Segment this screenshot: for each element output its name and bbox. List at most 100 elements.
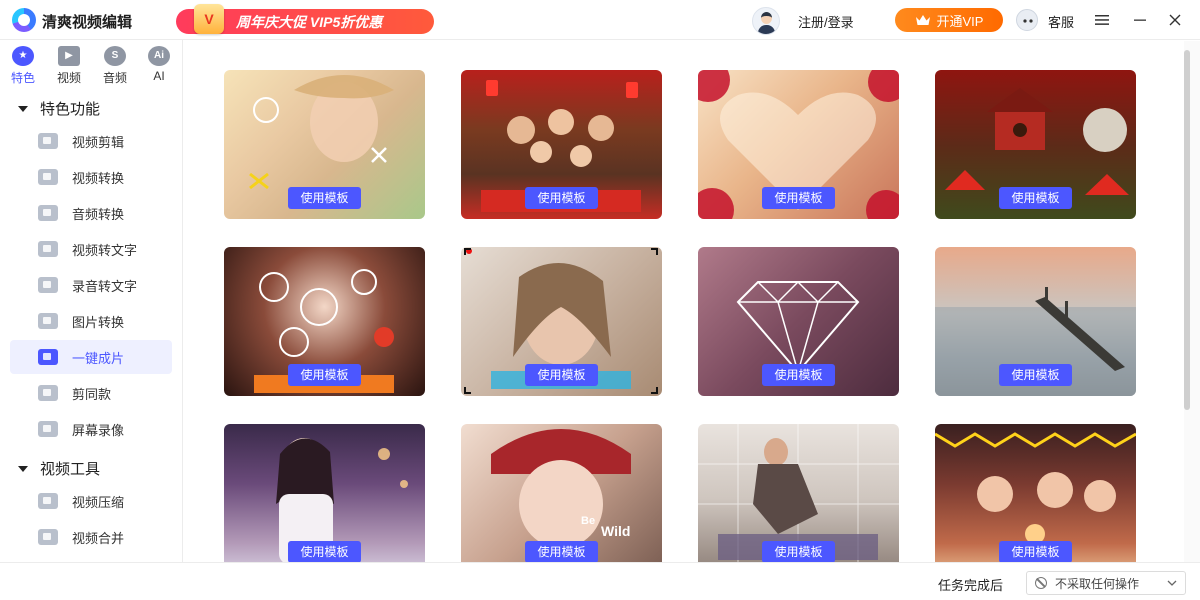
minimize-icon[interactable] (1128, 8, 1152, 32)
sidebar-item-label: 图片转换 (72, 314, 125, 330)
tab-label: 音频 (102, 71, 127, 85)
template-grid: 使用模板 使用模板 使用模板 使用模板 使用模板 使用模板 使用模板 使用模板 … (184, 41, 1184, 562)
one-click-video-icon (38, 349, 58, 365)
use-template-button[interactable]: 使用模板 (762, 364, 835, 386)
section-featured-functions[interactable]: 特色功能 (18, 98, 100, 119)
chevron-down-icon (1167, 580, 1177, 586)
sidebar-item-video-convert[interactable]: 视频转换 (10, 160, 172, 194)
sidebar-item-recording-to-text[interactable]: 录音转文字 (10, 268, 172, 302)
section-title: 视频工具 (40, 461, 101, 478)
sidebar-item-label: 视频转文字 (72, 242, 138, 258)
sidebar-item-label: 视频转换 (72, 170, 125, 186)
template-card[interactable]: 使用模板 (935, 424, 1136, 562)
microphone-icon (38, 205, 58, 221)
star-icon: ★ (12, 46, 34, 66)
template-card[interactable]: 使用模板 (698, 247, 899, 396)
template-card[interactable]: 使用模板 (461, 247, 662, 396)
use-template-button[interactable]: 使用模板 (525, 541, 598, 562)
video-to-text-icon (38, 241, 58, 257)
ai-icon: Ai (148, 46, 170, 66)
promo-text: 周年庆大促 VIP5折优惠 (236, 13, 383, 30)
close-icon[interactable] (1163, 8, 1187, 32)
film-icon: ▶ (58, 46, 80, 66)
sidebar-item-label: 音频转换 (72, 206, 125, 222)
tab-featured[interactable]: ★ 特色 (6, 46, 40, 86)
use-template-button[interactable]: 使用模板 (288, 541, 361, 562)
template-card[interactable]: 使用模板 (935, 70, 1136, 219)
login-link[interactable]: 注册/登录 (798, 12, 854, 31)
headset-icon[interactable] (1016, 9, 1038, 31)
tab-label: 特色 (10, 71, 35, 85)
scrollbar-thumb[interactable] (1184, 50, 1190, 410)
avatar[interactable] (752, 7, 780, 35)
gift-icon: V (194, 3, 224, 34)
sidebar: ★ 特色 ▶ 视频 S 音频 Ai AI 特色功能 视频剪辑 视频转换 音频转换… (0, 40, 183, 562)
open-vip-button[interactable]: 开通VIP (895, 8, 1003, 32)
template-card[interactable]: 使用模板 (935, 247, 1136, 396)
vip-button-label: 开通VIP (936, 13, 984, 29)
sidebar-item-video-to-text[interactable]: 视频转文字 (10, 232, 172, 266)
screen-record-icon (38, 421, 58, 437)
use-template-button[interactable]: 使用模板 (762, 187, 835, 209)
sidebar-item-screen-record[interactable]: 屏幕录像 (10, 412, 172, 446)
sidebar-item-label: 视频剪辑 (72, 134, 125, 150)
category-tabs: ★ 特色 ▶ 视频 S 音频 Ai AI (0, 46, 183, 90)
use-template-button[interactable]: 使用模板 (525, 187, 598, 209)
use-template-button[interactable]: 使用模板 (525, 364, 598, 386)
template-card[interactable]: 使用模板 (224, 247, 425, 396)
sidebar-item-video-edit[interactable]: 视频剪辑 (10, 124, 172, 158)
video-compress-icon (38, 493, 58, 509)
tab-label: 视频 (56, 71, 81, 85)
sidebar-item-video-merge[interactable]: 视频合并 (10, 520, 172, 554)
template-card[interactable]: 使用模板 (224, 424, 425, 562)
after-task-select[interactable]: 不采取任何操作 (1026, 571, 1186, 595)
sidebar-item-image-convert[interactable]: 图片转换 (10, 304, 172, 338)
app-logo-icon (12, 8, 36, 32)
tab-ai[interactable]: Ai AI (142, 46, 176, 86)
crown-icon (915, 14, 931, 26)
sidebar-item-audio-convert[interactable]: 音频转换 (10, 196, 172, 230)
sidebar-item-label: 视频合并 (72, 530, 125, 546)
section-title: 特色功能 (40, 101, 101, 118)
video-merge-icon (38, 529, 58, 545)
sidebar-item-label: 剪同款 (72, 386, 112, 402)
use-template-button[interactable]: 使用模板 (999, 364, 1072, 386)
image-convert-icon (38, 313, 58, 329)
sidebar-item-video-compress[interactable]: 视频压缩 (10, 484, 172, 518)
sidebar-item-label: 录音转文字 (72, 278, 138, 294)
title-bar: 清爽视频编辑 V 周年庆大促 VIP5折优惠 注册/登录 开通VIP 客服 (0, 0, 1200, 40)
use-template-button[interactable]: 使用模板 (999, 187, 1072, 209)
after-task-label: 任务完成后 (938, 578, 1004, 593)
tab-audio[interactable]: S 音频 (98, 46, 132, 86)
use-template-button[interactable]: 使用模板 (762, 541, 835, 562)
svg-text:Wild: Wild (601, 523, 630, 539)
sidebar-item-label: 屏幕录像 (72, 422, 125, 438)
use-template-button[interactable]: 使用模板 (288, 187, 361, 209)
template-card[interactable]: 使用模板 (461, 70, 662, 219)
tab-video[interactable]: ▶ 视频 (52, 46, 86, 86)
menu-icon[interactable] (1090, 8, 1114, 32)
video-edit-icon (38, 133, 58, 149)
service-link[interactable]: 客服 (1048, 12, 1074, 31)
after-task-value: 不采取任何操作 (1055, 576, 1140, 591)
recording-to-text-icon (38, 277, 58, 293)
sidebar-item-one-click-video[interactable]: 一键成片 (10, 340, 172, 374)
bottom-bar: 任务完成后 不采取任何操作 (0, 562, 1200, 600)
tab-label: AI (153, 69, 165, 83)
section-video-tools[interactable]: 视频工具 (18, 458, 100, 479)
sidebar-item-template-cut[interactable]: 剪同款 (10, 376, 172, 410)
template-card[interactable]: 使用模板 (698, 424, 899, 562)
use-template-button[interactable]: 使用模板 (288, 364, 361, 386)
template-card[interactable]: 使用模板 (698, 70, 899, 219)
use-template-button[interactable]: 使用模板 (999, 541, 1072, 562)
template-card[interactable]: Be Wild 使用模板 (461, 424, 662, 562)
promo-banner[interactable]: V 周年庆大促 VIP5折优惠 (176, 3, 434, 34)
sidebar-item-label: 视频压缩 (72, 494, 125, 510)
caret-down-icon (18, 105, 28, 112)
template-cut-icon (38, 385, 58, 401)
audio-icon: S (104, 46, 126, 66)
template-card[interactable]: 使用模板 (224, 70, 425, 219)
caret-down-icon (18, 465, 28, 472)
ban-icon (1035, 577, 1047, 589)
app-title: 清爽视频编辑 (42, 14, 133, 31)
